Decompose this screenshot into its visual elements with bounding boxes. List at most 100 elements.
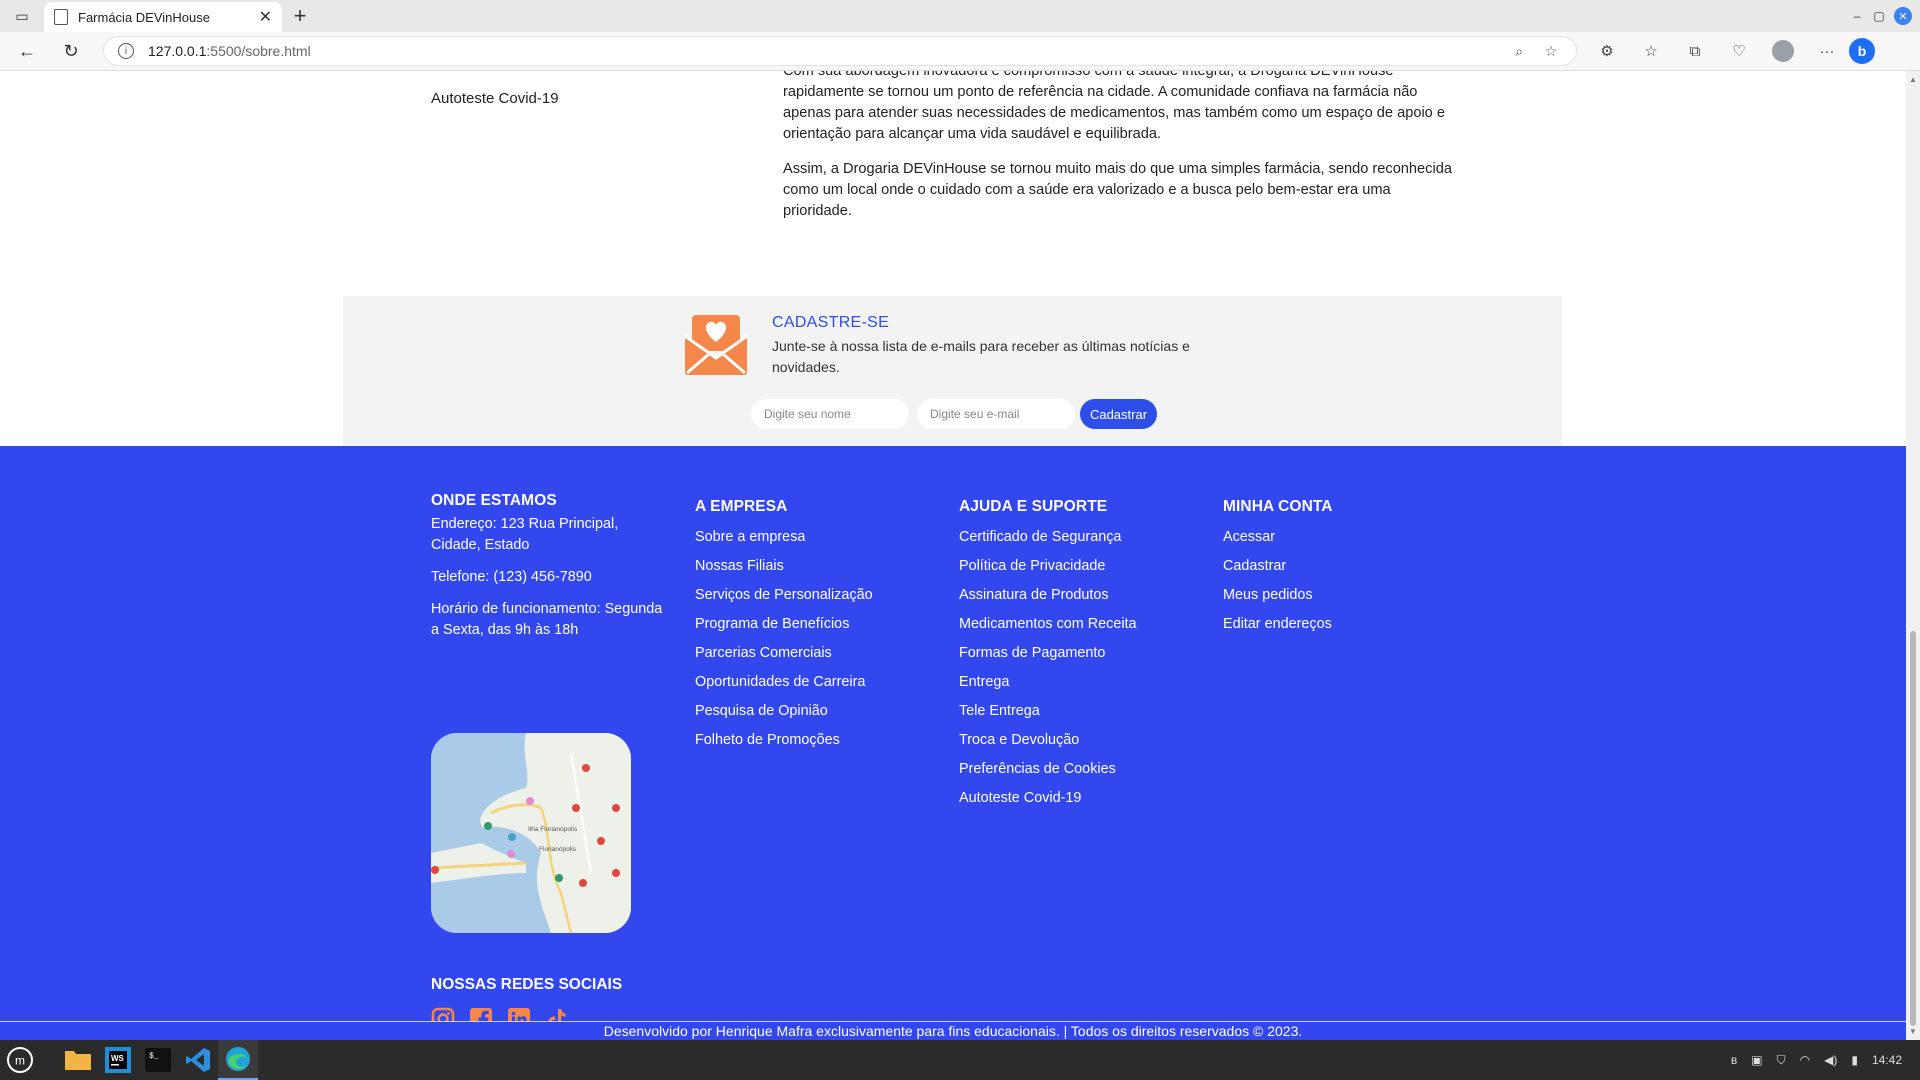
- footer-location: ONDE ESTAMOS Endereço: 123 Rua Principal…: [431, 492, 671, 652]
- maximize-icon[interactable]: ▢: [1868, 9, 1890, 23]
- clipboard-icon[interactable]: ▣: [1751, 1053, 1762, 1067]
- zoom-icon[interactable]: ⌕: [1508, 43, 1530, 60]
- vscode-icon[interactable]: [178, 1040, 218, 1080]
- footer-link[interactable]: Acessar: [1223, 529, 1333, 545]
- svg-text:m: m: [15, 1054, 25, 1068]
- browser-toolbar: ← ↻ i 127.0.0.1:5500/sobre.html ⌕ ☆ ⚙ ☆ …: [0, 32, 1920, 71]
- svg-text:$_: $_: [149, 1052, 159, 1061]
- footer-support: AJUDA E SUPORTE Certificado de Segurança…: [959, 498, 1137, 819]
- footer-link[interactable]: Formas de Pagamento: [959, 645, 1137, 661]
- address-bar[interactable]: i 127.0.0.1:5500/sobre.html ⌕ ☆: [103, 36, 1577, 66]
- footer-link[interactable]: Certificado de Segurança: [959, 529, 1137, 545]
- footer-link[interactable]: Serviços de Personalização: [695, 587, 873, 603]
- footer-link[interactable]: Nossas Filiais: [695, 558, 873, 574]
- footer-link[interactable]: Assinatura de Produtos: [959, 587, 1137, 603]
- footer-company: A EMPRESA Sobre a empresa Nossas Filiais…: [695, 498, 873, 761]
- start-menu-icon[interactable]: m: [0, 1040, 40, 1080]
- email-input[interactable]: [917, 399, 1075, 429]
- tab-title: Farmácia DEVinHouse: [78, 9, 210, 25]
- newsletter-title: CADASTRE-SE: [772, 314, 890, 331]
- performance-icon[interactable]: ♡: [1717, 42, 1761, 60]
- profile-avatar-icon[interactable]: [1772, 40, 1794, 62]
- scroll-down-icon[interactable]: ▼: [1909, 1027, 1917, 1036]
- window-controls: – ▢ ✕: [1846, 0, 1920, 32]
- scroll-up-icon[interactable]: ▲: [1909, 75, 1917, 84]
- footer-link[interactable]: Meus pedidos: [1223, 587, 1333, 603]
- mail-heart-icon: [684, 315, 748, 375]
- more-menu-icon[interactable]: ···: [1805, 43, 1849, 60]
- new-tab-icon[interactable]: +: [282, 0, 318, 32]
- terminal-icon[interactable]: $_: [138, 1040, 178, 1080]
- footer-location-title: ONDE ESTAMOS: [431, 492, 557, 509]
- footer-link[interactable]: Cadastrar: [1223, 558, 1333, 574]
- system-tray: ʙ ▣ ⛉ ◠ ◀) ▮ 14:42: [1724, 1040, 1920, 1080]
- refresh-icon[interactable]: ↻: [53, 33, 89, 69]
- footer-phone: Telefone: (123) 456-7890: [431, 569, 592, 585]
- url-path: :5500/sobre.html: [206, 43, 311, 59]
- footer-link[interactable]: Pesquisa de Opinião: [695, 703, 873, 719]
- map-image: Ilha Florianópolis Florianópolis: [431, 733, 631, 933]
- scrollbar-thumb[interactable]: [1910, 631, 1916, 1026]
- footer-link[interactable]: Parcerias Comerciais: [695, 645, 873, 661]
- footer-company-title: A EMPRESA: [695, 498, 788, 515]
- newsletter-description: Junte-se à nossa lista de e-mails para r…: [772, 338, 1190, 375]
- footer-link[interactable]: Sobre a empresa: [695, 529, 873, 545]
- bing-copilot-icon[interactable]: b: [1849, 38, 1875, 64]
- footer-link[interactable]: Editar endereços: [1223, 616, 1333, 632]
- footer-account-title: MINHA CONTA: [1223, 498, 1333, 515]
- footer-link[interactable]: Troca e Devolução: [959, 732, 1137, 748]
- volume-icon[interactable]: ◀): [1824, 1053, 1837, 1067]
- footer-link[interactable]: Preferências de Cookies: [959, 761, 1137, 777]
- map-label: Ilha Florianópolis: [528, 826, 578, 833]
- page-viewport: Autoteste Covid-19 Com sua abordagem ino…: [0, 71, 1906, 1040]
- footer-link[interactable]: Política de Privacidade: [959, 558, 1137, 574]
- sidebar-link-autoteste[interactable]: Autoteste Covid-19: [431, 90, 559, 107]
- map-label: Florianópolis: [539, 846, 577, 853]
- shield-icon[interactable]: ⛉: [1777, 1053, 1786, 1068]
- footer-support-title: AJUDA E SUPORTE: [959, 498, 1108, 515]
- svg-text:WS: WS: [111, 1054, 125, 1063]
- name-input[interactable]: [751, 399, 909, 429]
- close-window-icon[interactable]: ✕: [1894, 7, 1912, 25]
- battery-icon[interactable]: ▮: [1851, 1053, 1858, 1067]
- footer-link[interactable]: Tele Entrega: [959, 703, 1137, 719]
- favorites-icon[interactable]: ☆: [1629, 42, 1673, 60]
- clock[interactable]: 14:42: [1872, 1053, 1902, 1067]
- extensions-icon[interactable]: ⚙: [1585, 42, 1629, 60]
- footer-link[interactable]: Programa de Benefícios: [695, 616, 873, 632]
- edge-browser-icon[interactable]: [218, 1040, 258, 1080]
- collections-icon[interactable]: ⧉: [1673, 43, 1717, 60]
- os-taskbar: m WS $_ ʙ ▣ ⛉ ◠ ◀) ▮ 14:42: [0, 1040, 1920, 1080]
- about-text: Com sua abordagem inovadora e compromiss…: [783, 71, 1463, 236]
- location-map[interactable]: Ilha Florianópolis Florianópolis: [431, 733, 631, 933]
- footer-credits: Desenvolvido por Henrique Mafra exclusiv…: [0, 1021, 1906, 1040]
- browser-tab[interactable]: Farmácia DEVinHouse ✕: [44, 2, 282, 32]
- footer-link[interactable]: Oportunidades de Carreira: [695, 674, 873, 690]
- footer-link[interactable]: Autoteste Covid-19: [959, 790, 1137, 806]
- page-icon: [54, 9, 68, 25]
- page-scrollbar[interactable]: ▲ ▼: [1906, 71, 1920, 1040]
- footer-hours: Horário de funcionamento: Segunda a Sext…: [431, 601, 663, 638]
- footer-account: MINHA CONTA Acessar Cadastrar Meus pedid…: [1223, 498, 1333, 645]
- site-footer: ONDE ESTAMOS Endereço: 123 Rua Principal…: [0, 446, 1906, 1031]
- file-manager-icon[interactable]: [58, 1040, 98, 1080]
- about-paragraph: Assim, a Drogaria DEVinHouse se tornou m…: [783, 161, 1452, 219]
- minimize-icon[interactable]: –: [1846, 9, 1868, 23]
- social-title: NOSSAS REDES SOCIAIS: [431, 976, 623, 993]
- add-favorite-icon[interactable]: ☆: [1540, 43, 1562, 60]
- tab-actions-icon[interactable]: ▭: [0, 0, 44, 32]
- footer-link[interactable]: Folheto de Promoções: [695, 732, 873, 748]
- newsletter-section: CADASTRE-SE Junte-se à nossa lista de e-…: [343, 296, 1562, 446]
- url-host: 127.0.0.1: [148, 43, 207, 59]
- close-tab-icon[interactable]: ✕: [259, 7, 272, 27]
- about-paragraph: Com sua abordagem inovadora e compromiss…: [783, 71, 1445, 142]
- footer-address: Endereço: 123 Rua Principal, Cidade, Est…: [431, 516, 619, 553]
- footer-link[interactable]: Medicamentos com Receita: [959, 616, 1137, 632]
- back-icon[interactable]: ←: [9, 33, 45, 69]
- webstorm-icon[interactable]: WS: [98, 1040, 138, 1080]
- site-info-icon[interactable]: i: [118, 43, 134, 59]
- wifi-icon[interactable]: ◠: [1800, 1053, 1810, 1067]
- bluetooth-icon[interactable]: ʙ: [1731, 1053, 1737, 1067]
- footer-link[interactable]: Entrega: [959, 674, 1137, 690]
- subscribe-button[interactable]: Cadastrar: [1080, 399, 1157, 429]
